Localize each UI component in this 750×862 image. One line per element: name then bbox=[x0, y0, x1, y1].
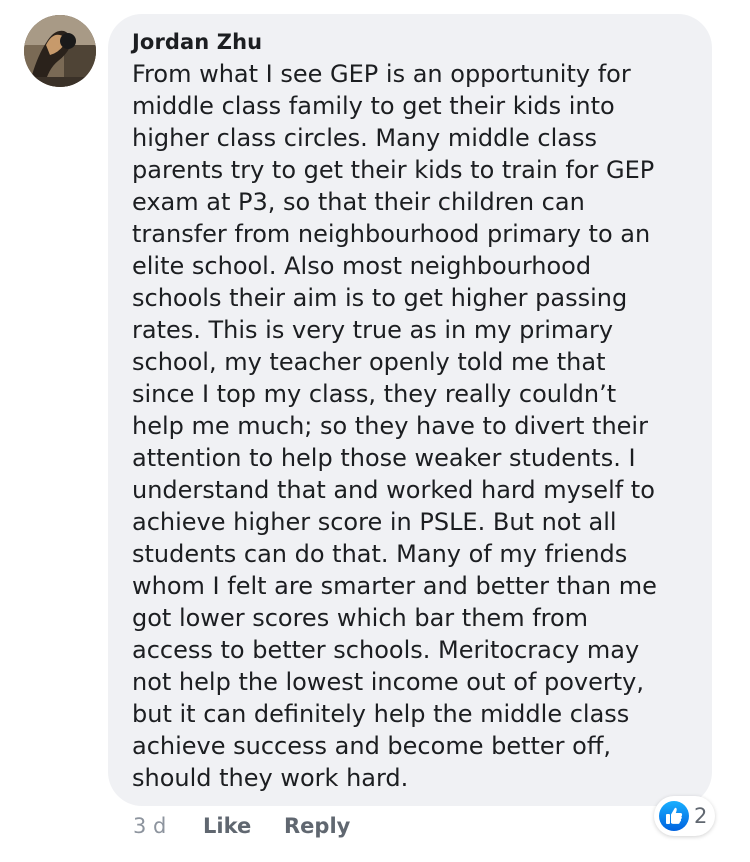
comment-text-line: but it can definitely help the middle cl… bbox=[132, 700, 630, 728]
comment-text-line: students can do that. Many of my friends bbox=[132, 540, 628, 568]
comment-text-line: rates. This is very true as in my primar… bbox=[132, 316, 614, 344]
comment-text-line: transfer from neighbourhood primary to a… bbox=[132, 220, 651, 248]
like-button[interactable]: Like bbox=[203, 812, 251, 840]
comment-text-line: access to better schools. Meritocracy ma… bbox=[132, 636, 640, 664]
comment-text-line: school, my teacher openly told me that bbox=[132, 348, 606, 376]
comment-text-line: whom I felt are smarter and better than … bbox=[132, 572, 657, 600]
reaction-count: 2 bbox=[694, 804, 708, 828]
comment-timestamp[interactable]: 3 d bbox=[133, 812, 166, 840]
comment-text-line: schools their aim is to get higher passi… bbox=[132, 284, 628, 312]
comment-body: From what I see GEP is an opportunity fo… bbox=[132, 58, 712, 794]
comment-text-line: higher class circles. Many middle class bbox=[132, 124, 597, 152]
comment-text-line: achieve success and become better off, bbox=[132, 732, 612, 760]
comment-text-line: From what I see GEP is an opportunity fo… bbox=[132, 60, 631, 88]
comment-text-line: got lower scores which bar them from bbox=[132, 604, 589, 632]
avatar-photo bbox=[24, 15, 96, 87]
comment-text-line: achieve higher score in PSLE. But not al… bbox=[132, 508, 617, 536]
comment-text-line: help me much; so they have to divert the… bbox=[132, 412, 648, 440]
comment-text-line: not help the lowest income out of povert… bbox=[132, 668, 644, 696]
comment-text-line: should they work hard. bbox=[132, 764, 409, 792]
thumbs-up-icon bbox=[659, 801, 689, 831]
comment-text-line: attention to help those weaker students.… bbox=[132, 444, 636, 472]
comment-text-line: exam at P3, so that their children can bbox=[132, 188, 585, 216]
comment-text-line: elite school. Also most neighbourhood bbox=[132, 252, 592, 280]
comment-text-line: parents try to get their kids to train f… bbox=[132, 156, 655, 184]
comment-text-line: since I top my class, they really couldn… bbox=[132, 380, 617, 408]
avatar[interactable] bbox=[24, 15, 96, 87]
comment-text-line: understand that and worked hard myself t… bbox=[132, 476, 655, 504]
reply-button[interactable]: Reply bbox=[284, 812, 350, 840]
comment-author[interactable]: Jordan Zhu bbox=[132, 30, 262, 54]
comment-text-line: middle class family to get their kids in… bbox=[132, 92, 615, 120]
reaction-summary[interactable]: 2 bbox=[654, 796, 716, 836]
